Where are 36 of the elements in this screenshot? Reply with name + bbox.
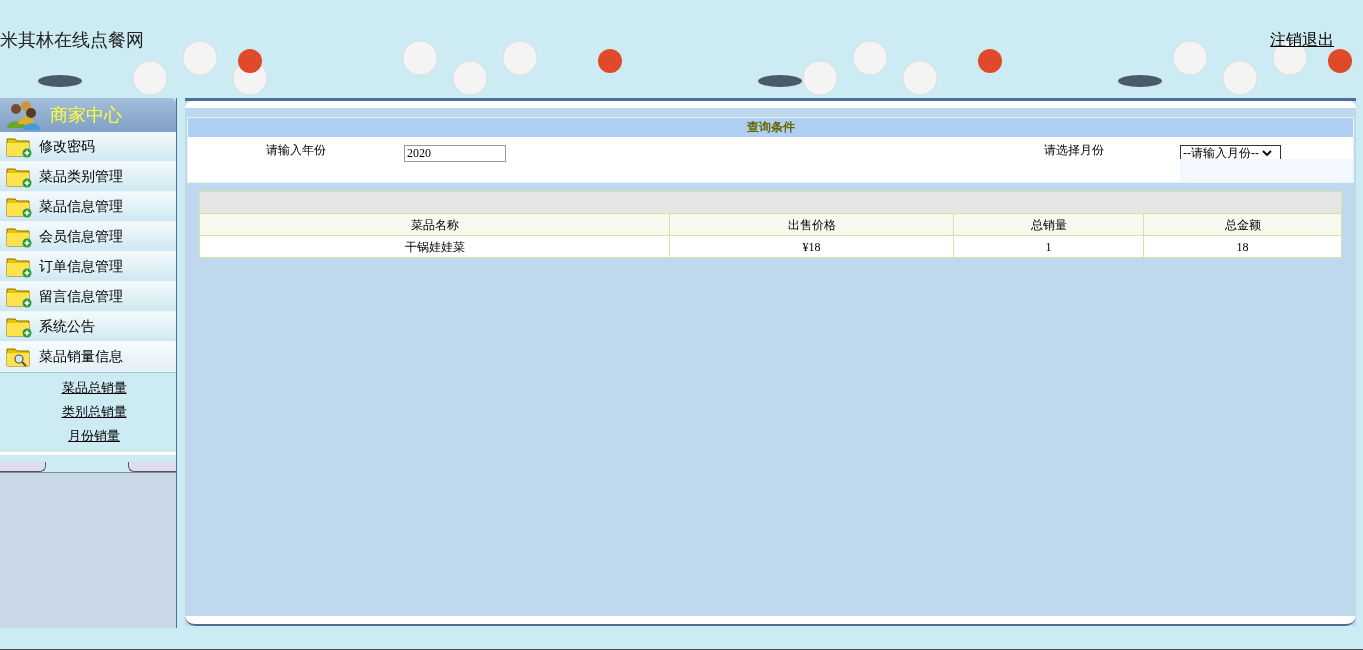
query-title: 查询条件 bbox=[188, 118, 1353, 137]
menu-item[interactable]: 修改密码 bbox=[0, 132, 176, 162]
year-label: 请输入年份 bbox=[265, 142, 327, 159]
submenu-link[interactable]: 月份销量 bbox=[56, 424, 120, 448]
column-header: 总销量 bbox=[953, 213, 1144, 236]
folder-add-icon bbox=[5, 135, 33, 158]
menu-item[interactable]: 订单信息管理 bbox=[0, 252, 176, 282]
column-header: 出售价格 bbox=[669, 213, 954, 236]
menu-item[interactable]: 菜品类别管理 bbox=[0, 162, 176, 192]
folder-add-icon bbox=[5, 195, 33, 218]
column-header: 总金额 bbox=[1143, 213, 1342, 236]
logout-link[interactable]: 注销退出 bbox=[1270, 28, 1334, 52]
table-cell: ¥18 bbox=[669, 235, 954, 258]
submenu-link[interactable]: 菜品总销量 bbox=[49, 376, 127, 400]
chevron-down-icon bbox=[1262, 149, 1272, 157]
folder-add-icon bbox=[5, 165, 33, 188]
folder-add-icon bbox=[5, 225, 33, 248]
folder-add-icon bbox=[5, 285, 33, 308]
month-label: 请选择月份 bbox=[1043, 142, 1105, 159]
table-cell: 18 bbox=[1143, 235, 1342, 258]
table-cell: 1 bbox=[953, 235, 1144, 258]
folder-add-icon bbox=[5, 255, 33, 278]
menu-item[interactable]: 会员信息管理 bbox=[0, 222, 176, 252]
folder-search-icon bbox=[5, 345, 33, 368]
menu-item[interactable]: 系统公告 bbox=[0, 312, 176, 342]
menu-item[interactable]: 留言信息管理 bbox=[0, 282, 176, 312]
users-icon bbox=[4, 100, 42, 130]
submenu-link[interactable]: 类别总销量 bbox=[49, 400, 127, 424]
sidebar-title: 商家中心 bbox=[50, 103, 122, 127]
site-title: 米其林在线点餐网 bbox=[0, 29, 144, 52]
table-cell: 干锅娃娃菜 bbox=[199, 235, 670, 258]
year-field[interactable]: 2020 bbox=[404, 144, 506, 162]
column-header: 菜品名称 bbox=[199, 213, 670, 236]
folder-add-icon bbox=[5, 315, 33, 338]
menu-item[interactable]: 菜品销量信息 bbox=[0, 342, 176, 372]
menu-item[interactable]: 菜品信息管理 bbox=[0, 192, 176, 222]
